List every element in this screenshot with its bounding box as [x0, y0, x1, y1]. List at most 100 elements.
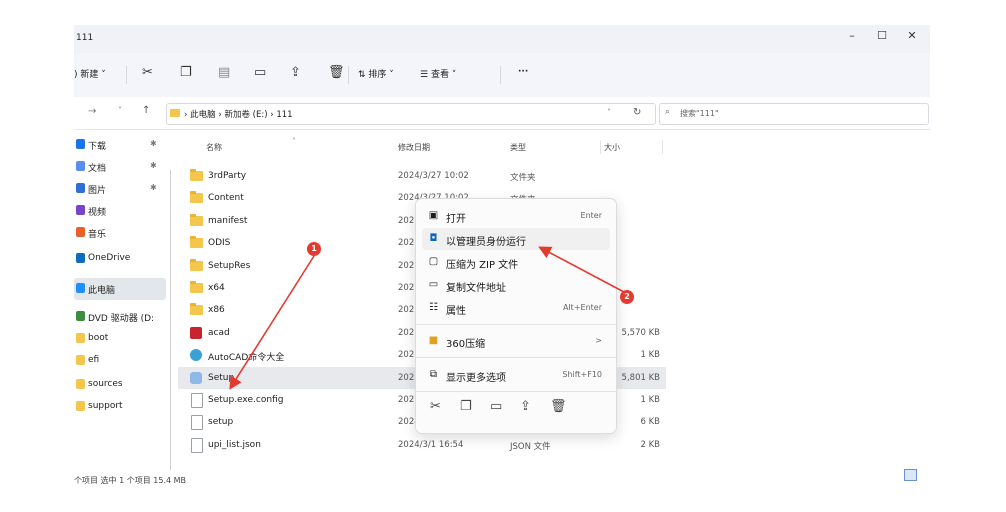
folder-icon [76, 333, 85, 343]
sidebar-item[interactable]: efi [74, 350, 166, 372]
sidebar-item[interactable]: 图片 ✱ [74, 178, 166, 200]
forward-icon[interactable]: → [88, 106, 96, 117]
folder-icon [170, 109, 180, 117]
menu-item-run-as-admin[interactable]: ◘ 以管理员身份运行 [422, 228, 610, 250]
file-name: Content [208, 193, 244, 204]
rename-icon[interactable]: ▭ [254, 65, 266, 80]
search-box[interactable]: ⌕ 搜索"111" [659, 103, 929, 125]
sidebar-item[interactable]: 文档 ✱ [74, 156, 166, 178]
sidebar-item[interactable]: OneDrive [74, 248, 166, 270]
breadcrumb-item[interactable]: 此电脑 [190, 110, 216, 120]
details-view-icon[interactable] [904, 469, 917, 481]
menu-separator [416, 357, 616, 358]
column-size[interactable]: 大小 [604, 142, 620, 153]
recent-locations-icon[interactable]: ˅ [118, 106, 122, 115]
menu-item-more-options[interactable]: ⧉ 显示更多选项 Shift+F10 [422, 364, 610, 386]
file-name: manifest [208, 215, 248, 226]
column-name[interactable]: 名称 [206, 142, 222, 153]
menu-item-360-compress[interactable]: ■ 360压缩 > [422, 330, 610, 352]
sidebar-item[interactable]: sources [74, 374, 166, 396]
delete-icon[interactable]: 🗑 [328, 65, 345, 80]
rename-icon[interactable]: ▭ [490, 399, 502, 414]
file-explorer-window: 111 – ☐ ✕ ) 新建 ˅ ✂ ❐ ▤ ▭ ⇪ 🗑 ⇅ 排序 ˅ ☰ 查看… [74, 25, 930, 485]
file-row[interactable]: upi_list.json 2024/3/1 16:54 JSON 文件 2 KB [178, 434, 666, 456]
search-placeholder: 搜索"111" [680, 109, 719, 118]
maximize-button[interactable]: ☐ [870, 29, 894, 47]
file-date: 202 [398, 327, 415, 338]
status-bar: 个项目 选中 1 个项目 15.4 MB [74, 469, 930, 485]
view-label: 查看 [430, 70, 449, 80]
sort-button[interactable]: ⇅ 排序 ˅ [358, 67, 394, 80]
menu-item-shortcut: Alt+Enter [562, 303, 602, 312]
properties-icon: ☷ [429, 302, 438, 313]
file-row[interactable]: 3rdParty 2024/3/27 10:02 文件夹 [178, 165, 666, 187]
video-icon [76, 205, 85, 215]
more-options-icon: ⧉ [429, 369, 438, 380]
address-dropdown-icon[interactable]: ˅ [607, 108, 611, 117]
file-date: 202 [398, 372, 415, 383]
minimize-button[interactable]: – [840, 29, 864, 47]
computer-icon [76, 283, 85, 293]
new-button[interactable]: ) 新建 ˅ [74, 67, 106, 80]
breadcrumb-item[interactable]: 新加卷 (E:) [224, 110, 267, 120]
file-name: setup [208, 417, 234, 428]
file-date: 202 [398, 395, 415, 405]
menu-item-open[interactable]: ▣ 打开 Enter [422, 205, 610, 227]
sidebar-item[interactable]: support [74, 396, 166, 418]
music-icon [76, 227, 85, 237]
copy-icon[interactable]: ❐ [180, 65, 192, 80]
sidebar-item-label: boot [88, 333, 109, 343]
view-button[interactable]: ☰ 查看 ˅ [420, 67, 456, 80]
compress-360-icon: ■ [428, 335, 439, 346]
more-options-button[interactable]: ··· [518, 67, 528, 77]
dvd-drive-icon [76, 311, 85, 321]
file-date: 2024/3/1 16:54 [398, 439, 464, 450]
shield-icon: ◘ [429, 233, 438, 244]
sidebar-item[interactable]: 音乐 [74, 222, 166, 244]
folder-icon [190, 213, 203, 226]
breadcrumb-item[interactable]: 111 [276, 110, 292, 120]
share-icon[interactable]: ⇪ [290, 65, 301, 80]
file-type: 文件夹 [510, 173, 536, 183]
sort-label: 排序 [368, 70, 387, 80]
cut-icon[interactable]: ✂ [430, 399, 441, 414]
sidebar-item[interactable]: boot [74, 328, 166, 350]
sidebar-item[interactable]: DVD 驱动器 (D: [74, 306, 166, 328]
file-date: 202 [398, 238, 415, 249]
copy-icon[interactable]: ❐ [460, 399, 472, 414]
paste-icon[interactable]: ▤ [218, 65, 230, 80]
delete-icon[interactable]: 🗑 [550, 399, 567, 414]
folder-icon [76, 401, 85, 411]
menu-item-label: 以管理员身份运行 [446, 237, 526, 248]
shortcut-icon [190, 349, 202, 362]
cut-icon[interactable]: ✂ [142, 65, 153, 80]
up-icon[interactable]: ↑ [142, 105, 150, 116]
toolbar-divider [500, 66, 501, 84]
menu-item-copy-path[interactable]: ▭ 复制文件地址 [422, 274, 610, 296]
sidebar-item-label: 音乐 [88, 230, 107, 240]
menu-item-shortcut: Shift+F10 [562, 370, 602, 379]
menu-item-properties[interactable]: ☷ 属性 Alt+Enter [422, 297, 610, 319]
window-title: 111 [76, 33, 94, 43]
pane-splitter[interactable] [170, 170, 171, 470]
menu-item-compress-zip[interactable]: ▢ 压缩为 ZIP 文件 [422, 251, 610, 273]
column-date[interactable]: 修改日期 [398, 142, 430, 153]
pin-icon: ✱ [150, 139, 157, 148]
refresh-icon[interactable]: ↻ [633, 107, 641, 118]
sidebar-item-label: 视频 [88, 208, 107, 218]
address-bar[interactable]: › 此电脑 › 新加卷 (E:) › 111 ˅ ↻ [166, 103, 656, 125]
submenu-arrow: > [595, 336, 602, 345]
column-type[interactable]: 类型 [510, 142, 526, 153]
column-divider [600, 140, 601, 154]
file-date: 2024/3/27 10:02 [398, 171, 469, 181]
folder-icon [190, 303, 203, 316]
close-button[interactable]: ✕ [900, 29, 924, 47]
download-icon [76, 139, 85, 149]
file-date: 202 [398, 305, 415, 316]
sidebar-item[interactable]: 下载 ✱ [74, 134, 166, 156]
share-icon[interactable]: ⇪ [520, 399, 531, 414]
sidebar-item[interactable]: 此电脑 [74, 278, 166, 300]
sidebar-item[interactable]: 视频 [74, 200, 166, 222]
file-date: 202 [398, 283, 415, 293]
file-date: 202 [398, 350, 415, 361]
